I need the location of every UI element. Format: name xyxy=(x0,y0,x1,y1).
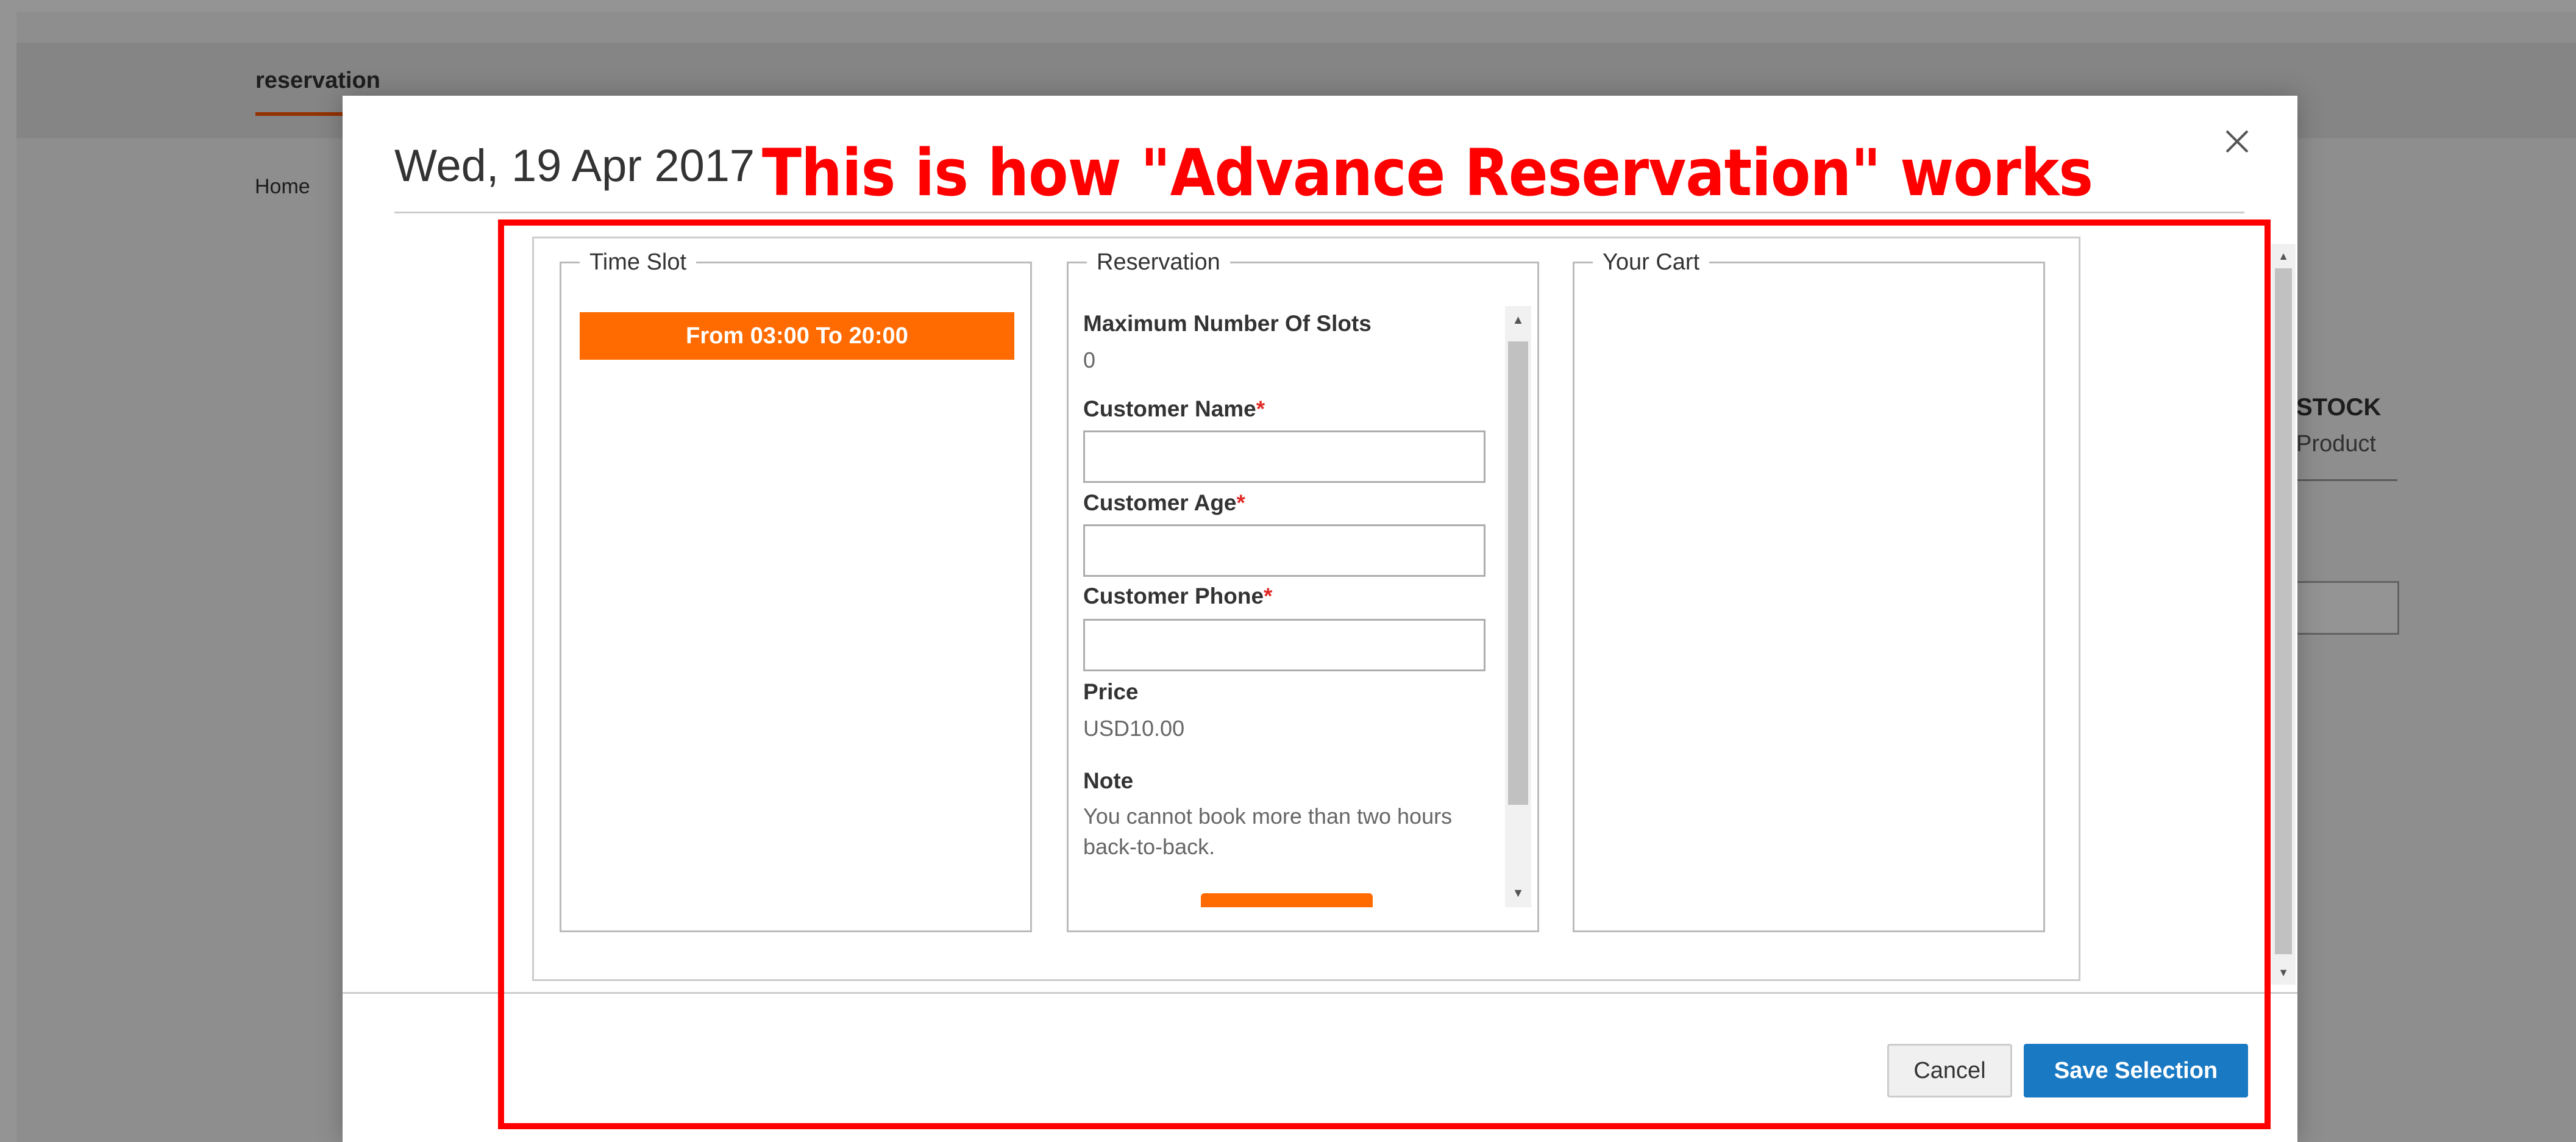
annotation-highlight-box xyxy=(498,219,2271,1129)
close-button[interactable] xyxy=(2216,120,2258,163)
close-icon xyxy=(2226,130,2249,153)
modal-scroll-thumb[interactable] xyxy=(2275,268,2292,954)
modal-scrollbar[interactable]: ▲ ▼ xyxy=(2271,244,2296,985)
modal-scroll-down-icon[interactable]: ▼ xyxy=(2271,960,2296,985)
annotation-caption: This is how "Advance Reservation" works xyxy=(762,135,2093,210)
modal-scroll-up-icon[interactable]: ▲ xyxy=(2271,244,2296,268)
modal-title-date: Wed, 19 Apr 2017 xyxy=(394,140,755,191)
title-divider xyxy=(394,212,2244,213)
